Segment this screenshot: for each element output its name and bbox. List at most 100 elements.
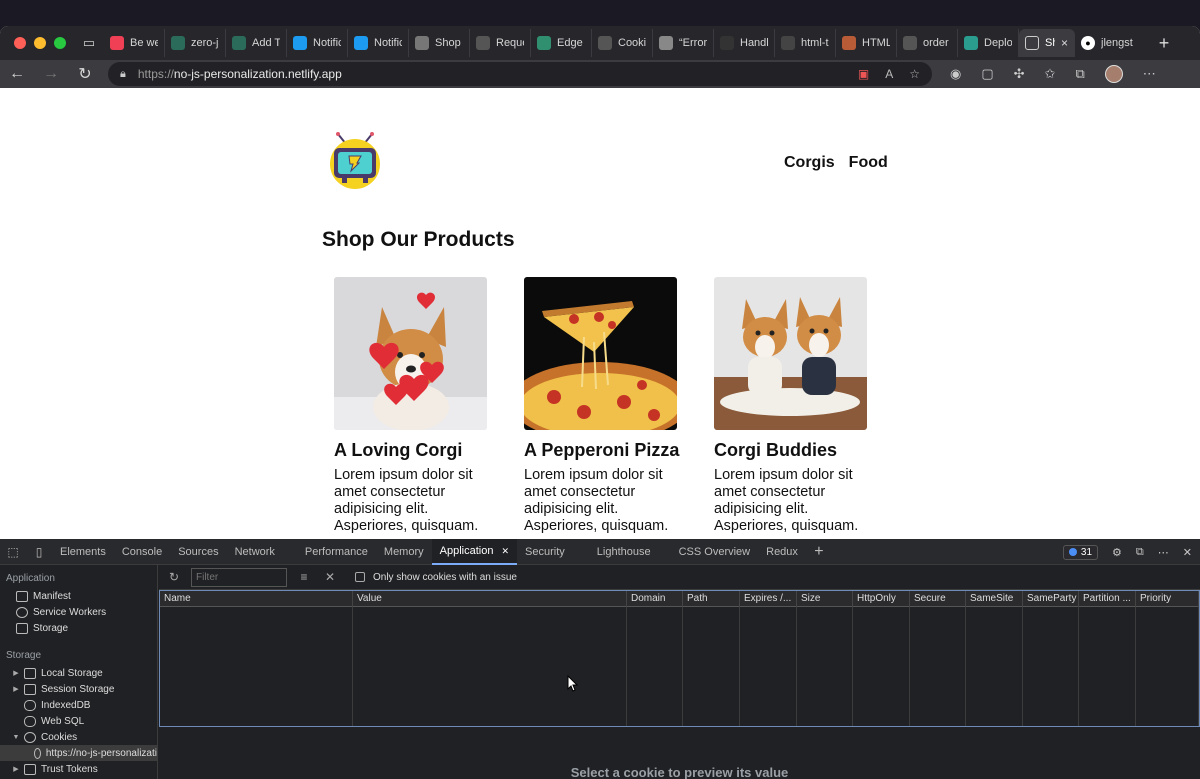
devtools-tab-memory[interactable]: Memory (376, 539, 432, 565)
table-body[interactable] (160, 607, 1199, 726)
browser-tab[interactable]: Edge F (531, 29, 592, 57)
extension-icon[interactable]: ◉ (950, 66, 961, 82)
new-tab-button[interactable]: + (1149, 33, 1179, 54)
corgi-buddies-photo[interactable] (714, 277, 867, 430)
browser-tab[interactable]: Notific (287, 29, 348, 57)
devtools-tab-sources[interactable]: Sources (170, 539, 226, 565)
add-favorite-icon[interactable]: ☆ (909, 67, 920, 81)
column-header[interactable]: Partition ... (1079, 591, 1136, 607)
read-aloud-icon[interactable]: A (885, 67, 893, 81)
product-title[interactable]: Corgi Buddies (714, 440, 868, 461)
more-options-icon[interactable]: ⋯ (1158, 546, 1169, 559)
device-toolbar-icon[interactable]: ▯ (26, 545, 52, 559)
browser-tab[interactable]: “Error: (653, 29, 714, 57)
sidebar-item-trust-tokens[interactable]: ▶ Trust Tokens (0, 761, 157, 777)
forward-button[interactable]: → (34, 65, 68, 83)
product-card[interactable]: Corgi Buddies Lorem ipsum dolor sit amet… (714, 277, 868, 535)
browser-tab[interactable]: Be wel (104, 29, 165, 57)
column-header[interactable]: Expires /... (740, 591, 797, 607)
nav-link-food[interactable]: Food (849, 154, 888, 172)
more-tabs-icon[interactable]: + (806, 543, 832, 561)
browser-tab[interactable]: HTML (836, 29, 897, 57)
devtools-tab-css-overview[interactable]: CSS Overview (659, 539, 759, 565)
browser-tab[interactable]: Deploy (958, 29, 1019, 57)
devtools-tab-console[interactable]: Console (114, 539, 170, 565)
expand-arrow-icon[interactable]: ▶ (10, 685, 22, 693)
browser-tab[interactable]: html-tr (775, 29, 836, 57)
column-header[interactable]: Domain (627, 591, 683, 607)
browser-tab[interactable]: Notific (348, 29, 409, 57)
devtools-tab-security[interactable]: Security (517, 539, 573, 565)
browser-tab[interactable]: zero-js (165, 29, 226, 57)
browser-tab[interactable]: Handlin (714, 29, 775, 57)
tab-active[interactable]: Sh × (1019, 29, 1075, 57)
devtools-tab-lighthouse[interactable]: Lighthouse (573, 539, 659, 565)
expand-arrow-icon[interactable]: ▶ (10, 669, 22, 677)
column-header[interactable]: Priority (1136, 591, 1199, 607)
collections-icon[interactable]: ⧉ (1075, 66, 1084, 82)
page-info-icon[interactable]: ▢ (981, 66, 993, 82)
cookies-table[interactable]: Name Value Domain Path Expires /... Size HttpO… (159, 590, 1200, 727)
dock-icon[interactable]: ⧉ (1136, 546, 1144, 559)
column-header[interactable]: Path (683, 591, 740, 607)
sidebar-item-manifest[interactable]: Manifest (0, 588, 157, 604)
column-header[interactable]: Name (160, 591, 353, 607)
column-header[interactable]: Size (797, 591, 853, 607)
filter-input[interactable] (191, 567, 287, 587)
tv-logo[interactable] (328, 132, 382, 190)
product-title[interactable]: A Loving Corgi (334, 440, 488, 461)
product-card[interactable]: A Loving Corgi Lorem ipsum dolor sit ame… (334, 277, 488, 535)
extensions-puzzle-icon[interactable]: ✣ (1014, 66, 1025, 82)
refresh-icon[interactable]: ↻ (165, 570, 183, 584)
inspect-element-icon[interactable]: ⬚ (0, 545, 26, 559)
profile-avatar[interactable] (1104, 65, 1123, 83)
sidebar-item-service-workers[interactable]: Service Workers (0, 604, 157, 620)
more-menu-icon[interactable]: ⋯ (1143, 66, 1156, 82)
only-issues-checkbox[interactable] (355, 572, 365, 582)
product-card[interactable]: A Pepperoni Pizza Lorem ipsum dolor sit … (524, 277, 679, 535)
devtools-tab-performance[interactable]: Performance (283, 539, 376, 565)
maximize-window-button[interactable] (54, 37, 66, 49)
lock-icon[interactable]: 🔒︎ (120, 68, 126, 81)
expand-arrow-icon[interactable]: ▶ (10, 765, 22, 773)
nav-link-corgis[interactable]: Corgis (784, 154, 835, 172)
column-header[interactable]: Value (353, 591, 627, 607)
delete-selected-icon[interactable]: ✕ (321, 570, 339, 584)
sidebar-item-session-storage[interactable]: ▶ Session Storage (0, 681, 157, 697)
browser-tab[interactable]: Add Ta (226, 29, 287, 57)
browser-tab[interactable]: Shop O (409, 29, 470, 57)
devtools-tab-application[interactable]: Application ✕ (431, 538, 518, 565)
sidebar-item-storage[interactable]: Storage (0, 620, 157, 636)
tab-actions-icon[interactable]: ▭ (74, 35, 104, 51)
favorites-icon[interactable]: ✩ (1045, 66, 1056, 82)
column-header[interactable]: Secure (910, 591, 966, 607)
tab-github[interactable]: ● jlengst (1075, 29, 1145, 57)
clear-all-icon[interactable]: ≡ (295, 570, 313, 584)
issues-badge[interactable]: 31 (1062, 544, 1099, 560)
product-title[interactable]: A Pepperoni Pizza (524, 440, 679, 461)
address-bar[interactable]: 🔒︎ https://no-js-personalization.netlify… (108, 62, 932, 86)
back-button[interactable]: ← (0, 65, 34, 83)
devtools-tab-network[interactable]: Network (227, 539, 283, 565)
column-header[interactable]: SameSite (966, 591, 1023, 607)
settings-gear-icon[interactable]: ⚙ (1112, 546, 1122, 559)
close-tab-icon[interactable]: × (1061, 36, 1068, 50)
pizza-photo[interactable] (524, 277, 677, 430)
minimize-window-button[interactable] (34, 37, 46, 49)
sidebar-item-cookie-origin[interactable]: https://no-js-personalizati (0, 745, 157, 761)
devtools-tab-redux[interactable]: Redux (758, 539, 806, 565)
sidebar-item-web-sql[interactable]: Web SQL (0, 713, 157, 729)
screen-share-icon[interactable]: ▣ (858, 67, 869, 81)
browser-tab[interactable]: Reque (470, 29, 531, 57)
corgi-photo[interactable] (334, 277, 487, 430)
sidebar-item-indexeddb[interactable]: IndexedDB (0, 697, 157, 713)
browser-tab[interactable]: order (897, 29, 958, 57)
close-devtools-icon[interactable]: ✕ (1183, 546, 1192, 559)
close-panel-icon[interactable]: ✕ (501, 538, 509, 564)
sidebar-item-local-storage[interactable]: ▶ Local Storage (0, 665, 157, 681)
column-header[interactable]: SameParty (1023, 591, 1079, 607)
close-window-button[interactable] (14, 37, 26, 49)
browser-tab[interactable]: Cookie (592, 29, 653, 57)
reload-button[interactable]: ↻ (68, 64, 102, 84)
column-header[interactable]: HttpOnly (853, 591, 910, 607)
